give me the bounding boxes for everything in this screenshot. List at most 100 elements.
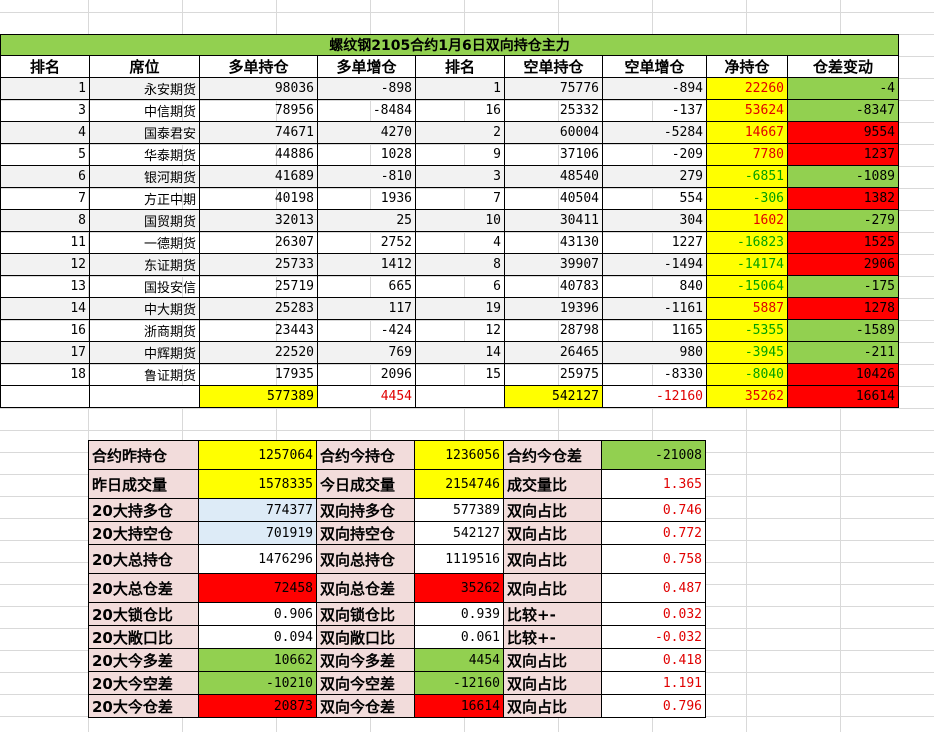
net-position-cell[interactable]: -15064 [706,275,788,298]
short-change-cell[interactable]: -5284 [602,121,707,144]
total-long-cell[interactable]: 577389 [199,385,318,408]
stat-ratio[interactable]: 0.758 [601,544,706,574]
rank-cell[interactable]: 14 [0,297,90,320]
broker-name-cell[interactable]: 鲁证期货 [89,363,200,386]
short-position-cell[interactable]: 26465 [504,341,603,364]
stat-label[interactable]: 双向占比 [503,498,602,522]
total-net-cell[interactable]: 35262 [706,385,788,408]
net-position-cell[interactable]: -14174 [706,253,788,276]
short-position-cell[interactable]: 39907 [504,253,603,276]
position-diff-cell[interactable]: 1237 [787,143,899,166]
short-rank-cell[interactable]: 16 [415,99,505,122]
short-change-cell[interactable]: 279 [602,165,707,188]
long-position-cell[interactable]: 44886 [199,143,318,166]
short-rank-cell[interactable]: 14 [415,341,505,364]
column-header[interactable]: 空单增仓 [602,55,707,78]
short-rank-cell[interactable]: 2 [415,121,505,144]
broker-name-cell[interactable]: 华泰期货 [89,143,200,166]
short-change-cell[interactable]: -1494 [602,253,707,276]
position-diff-cell[interactable]: 9554 [787,121,899,144]
stat-value[interactable]: -21008 [601,440,706,470]
empty-cell[interactable] [0,385,90,408]
short-position-cell[interactable]: 37106 [504,143,603,166]
stat-value[interactable]: -12160 [414,671,504,695]
stat-value[interactable]: 35262 [414,573,504,603]
stat-label[interactable]: 20大总仓差 [88,573,199,603]
stat-value[interactable]: 542127 [414,521,504,545]
column-header[interactable]: 席位 [89,55,200,78]
rank-cell[interactable]: 17 [0,341,90,364]
short-rank-cell[interactable]: 7 [415,187,505,210]
short-change-cell[interactable]: 554 [602,187,707,210]
short-position-cell[interactable]: 43130 [504,231,603,254]
short-position-cell[interactable]: 25332 [504,99,603,122]
net-position-cell[interactable]: -3945 [706,341,788,364]
rank-cell[interactable]: 18 [0,363,90,386]
broker-name-cell[interactable]: 永安期货 [89,77,200,100]
column-header[interactable]: 排名 [415,55,505,78]
long-change-cell[interactable]: -810 [317,165,416,188]
empty-cell[interactable] [89,385,200,408]
stat-label[interactable]: 双向今多差 [316,648,415,672]
column-header[interactable]: 净持仓 [706,55,788,78]
rank-cell[interactable]: 12 [0,253,90,276]
long-position-cell[interactable]: 74671 [199,121,318,144]
broker-name-cell[interactable]: 一德期货 [89,231,200,254]
position-diff-cell[interactable]: -1089 [787,165,899,188]
stat-label[interactable]: 20大锁仓比 [88,602,199,626]
broker-name-cell[interactable]: 东证期货 [89,253,200,276]
long-position-cell[interactable]: 78956 [199,99,318,122]
column-header[interactable]: 仓差变动 [787,55,899,78]
stat-ratio[interactable]: 1.365 [601,469,706,499]
stat-label[interactable]: 昨日成交量 [88,469,199,499]
net-position-cell[interactable]: 14667 [706,121,788,144]
broker-name-cell[interactable]: 中信期货 [89,99,200,122]
short-rank-cell[interactable]: 9 [415,143,505,166]
long-change-cell[interactable]: 25 [317,209,416,232]
stat-value[interactable]: 1578335 [198,469,317,499]
long-change-cell[interactable]: 4270 [317,121,416,144]
short-rank-cell[interactable]: 10 [415,209,505,232]
net-position-cell[interactable]: 5887 [706,297,788,320]
broker-name-cell[interactable]: 银河期货 [89,165,200,188]
position-diff-cell[interactable]: -279 [787,209,899,232]
short-position-cell[interactable]: 28798 [504,319,603,342]
net-position-cell[interactable]: 53624 [706,99,788,122]
short-rank-cell[interactable]: 3 [415,165,505,188]
stat-label[interactable]: 20大敞口比 [88,625,199,649]
total-short-change-cell[interactable]: -12160 [602,385,707,408]
short-change-cell[interactable]: 304 [602,209,707,232]
stat-value[interactable]: 72458 [198,573,317,603]
stat-label[interactable]: 双向占比 [503,648,602,672]
stat-label[interactable]: 合约昨持仓 [88,440,199,470]
stat-label[interactable]: 双向占比 [503,544,602,574]
short-position-cell[interactable]: 40504 [504,187,603,210]
stat-label[interactable]: 双向占比 [503,573,602,603]
position-diff-cell[interactable]: -211 [787,341,899,364]
rank-cell[interactable]: 6 [0,165,90,188]
short-rank-cell[interactable]: 19 [415,297,505,320]
net-position-cell[interactable]: -306 [706,187,788,210]
stat-value[interactable]: 2154746 [414,469,504,499]
stat-label[interactable]: 20大总持仓 [88,544,199,574]
stat-value[interactable]: 0.939 [414,602,504,626]
position-diff-cell[interactable]: -8347 [787,99,899,122]
broker-name-cell[interactable]: 方正中期 [89,187,200,210]
stat-label[interactable]: 双向敞口比 [316,625,415,649]
stat-ratio[interactable]: 0.418 [601,648,706,672]
short-rank-cell[interactable]: 15 [415,363,505,386]
long-position-cell[interactable]: 25733 [199,253,318,276]
stat-ratio[interactable]: 0.487 [601,573,706,603]
long-change-cell[interactable]: -898 [317,77,416,100]
stat-label[interactable]: 比较+- [503,602,602,626]
stat-label[interactable]: 双向总仓差 [316,573,415,603]
short-position-cell[interactable]: 30411 [504,209,603,232]
position-diff-cell[interactable]: -1589 [787,319,899,342]
stat-label[interactable]: 双向占比 [503,694,602,718]
stat-label[interactable]: 合约今仓差 [503,440,602,470]
long-change-cell[interactable]: 769 [317,341,416,364]
long-change-cell[interactable]: -8484 [317,99,416,122]
column-header[interactable]: 排名 [0,55,90,78]
short-change-cell[interactable]: -137 [602,99,707,122]
long-position-cell[interactable]: 25719 [199,275,318,298]
